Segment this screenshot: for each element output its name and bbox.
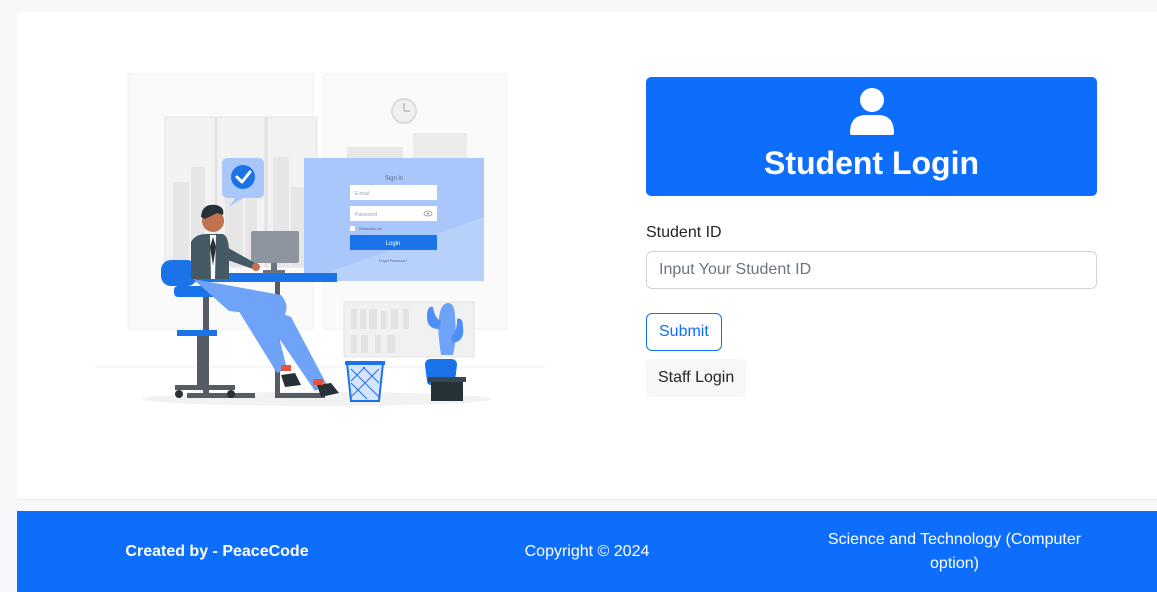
student-id-input[interactable] — [646, 251, 1097, 289]
svg-text:E-mail: E-mail — [355, 191, 369, 197]
page-title: Student Login — [763, 145, 980, 181]
svg-text:Password: Password — [355, 212, 377, 218]
footer: Created by - PeaceCode Copyright © 2024 … — [17, 511, 1157, 592]
student-id-label: Student ID — [646, 224, 722, 241]
footer-created-by: Created by - PeaceCode — [125, 542, 309, 560]
staff-login-button[interactable]: Staff Login — [646, 359, 747, 397]
svg-text:Login: Login — [386, 241, 401, 247]
svg-text:Remember me: Remember me — [359, 227, 382, 231]
footer-department: Science and Technology (Computer option) — [827, 530, 1082, 572]
login-card: Sign in E-mail Password Remember me Logi… — [17, 12, 1157, 500]
login-panel: Student Login Student ID Submit Staff Lo… — [646, 77, 1097, 397]
svg-text:Forgot Password?: Forgot Password? — [379, 259, 407, 263]
user-icon — [849, 88, 894, 135]
login-header: Student Login — [646, 77, 1097, 196]
submit-button[interactable]: Submit — [646, 313, 722, 351]
footer-copyright: Copyright © 2024 — [524, 542, 650, 560]
clock-icon — [391, 98, 417, 124]
login-illustration: Sign in E-mail Password Remember me Logi… — [95, 73, 545, 406]
svg-text:Sign in: Sign in — [385, 176, 403, 182]
trash-bin-icon — [345, 361, 385, 402]
